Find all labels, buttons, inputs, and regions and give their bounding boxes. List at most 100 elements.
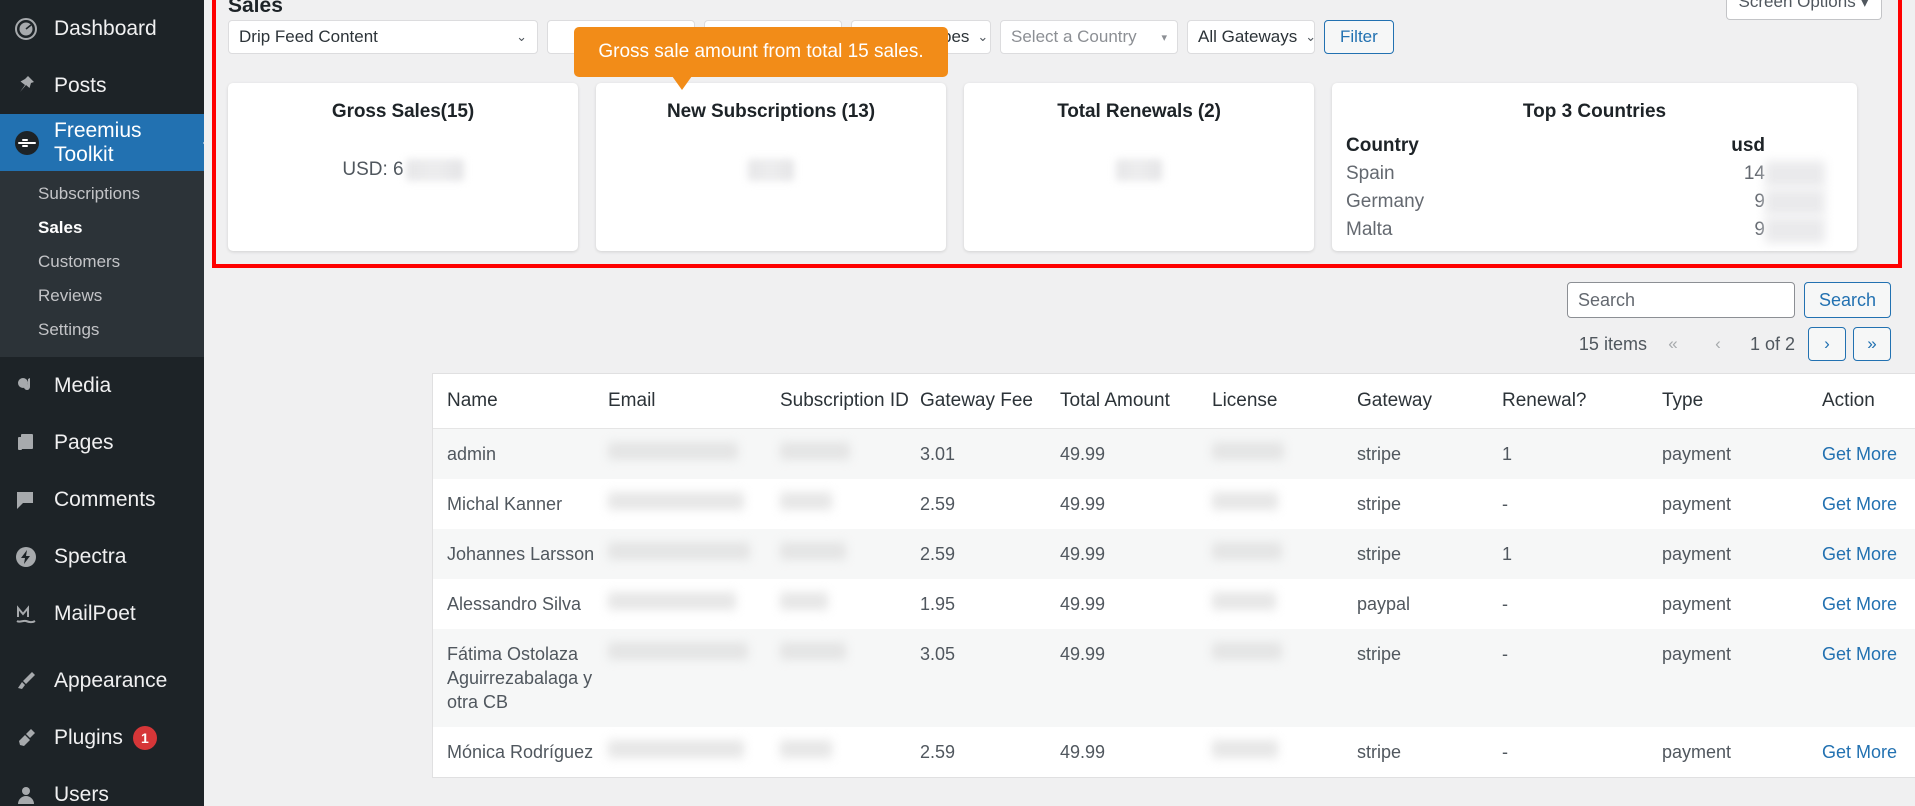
get-more-link[interactable]: Get More xyxy=(1822,494,1897,514)
page-title: Sales xyxy=(228,0,283,17)
cell-name: Mónica Rodríguez xyxy=(447,742,594,762)
cell-action: Get More xyxy=(1822,579,1915,629)
pagination: 15 items « ‹ 1 of 2 › » xyxy=(1579,327,1891,361)
column-header-subscription-id[interactable]: Subscription ID xyxy=(780,374,920,429)
column-header-type[interactable]: Type xyxy=(1662,374,1822,429)
sidebar-item-mailpoet[interactable]: MailPoet xyxy=(0,585,204,642)
sidebar-item-plugins[interactable]: Plugins 1 xyxy=(0,709,204,766)
sidebar-item-subscriptions[interactable]: Subscriptions xyxy=(0,177,204,211)
screen-options-toggle[interactable]: Screen Options ▾ xyxy=(1725,0,1882,20)
country-select[interactable]: Select a Country ▾ xyxy=(1000,20,1178,54)
tooltip-text: Gross sale amount from total 15 sales. xyxy=(598,41,924,62)
get-more-link[interactable]: Get More xyxy=(1822,644,1897,664)
table-row: Spain 14 xyxy=(1346,160,1843,188)
cell-type: payment xyxy=(1662,428,1822,479)
sidebar-item-appearance[interactable]: Appearance xyxy=(0,652,204,709)
cell-gateway: stripe xyxy=(1357,494,1402,514)
sidebar-item-spectra[interactable]: Spectra xyxy=(0,528,204,585)
cell-renewal: - xyxy=(1502,594,1508,614)
sidebar-label: Appearance xyxy=(54,668,168,692)
filter-button[interactable]: Filter xyxy=(1324,20,1394,54)
column-header-email[interactable]: Email xyxy=(608,374,780,429)
redacted-value xyxy=(1116,159,1162,181)
cell-renewal: - xyxy=(1502,742,1508,762)
sidebar-item-settings[interactable]: Settings xyxy=(0,313,204,347)
first-page-button[interactable]: « xyxy=(1653,327,1692,361)
cell-total-amount: 49.99 xyxy=(1060,494,1106,514)
gateway-select[interactable]: All Gateways ⌄ xyxy=(1187,20,1316,54)
users-icon xyxy=(14,783,50,806)
column-header-usd: usd xyxy=(1731,135,1765,156)
card-new-subscriptions: New Subscriptions (13) xyxy=(596,83,946,251)
search-input[interactable] xyxy=(1566,282,1795,318)
table-row[interactable]: Fátima Ostolaza Aguirrezabalaga y otra C… xyxy=(433,629,1915,727)
sidebar-item-customers[interactable]: Customers xyxy=(0,245,204,279)
redacted-value xyxy=(405,159,464,181)
card-value-prefix: USD: 6 xyxy=(342,159,404,180)
cell-email xyxy=(608,479,780,529)
card-gross-sales: Gross Sales(15) USD: 6 xyxy=(228,83,578,251)
items-count: 15 items xyxy=(1578,333,1647,354)
card-title: New Subscriptions (13) xyxy=(667,101,875,122)
sidebar-item-reviews[interactable]: Reviews xyxy=(0,279,204,313)
column-header-license[interactable]: License xyxy=(1212,374,1357,429)
cell-email xyxy=(608,428,780,479)
sidebar-item-users[interactable]: Users xyxy=(0,766,204,806)
table-row[interactable]: Mónica Rodríguez 2.59 49.99 stripe - pay… xyxy=(433,727,1915,777)
sidebar-label: Comments xyxy=(54,487,156,511)
freemius-submenu: Subscriptions Sales Customers Reviews Se… xyxy=(0,171,204,357)
cell-name: Michal Kanner xyxy=(447,494,563,514)
card-top-countries: Top 3 Countries Country usd Spain 14 Ger… xyxy=(1332,83,1857,251)
sidebar-item-sales[interactable]: Sales xyxy=(0,211,204,245)
freemius-icon xyxy=(14,130,50,156)
table-row[interactable]: Michal Kanner 2.59 49.99 stripe - paymen… xyxy=(433,479,1915,529)
cell-total-amount: 49.99 xyxy=(1060,629,1212,727)
cell-gateway: stripe xyxy=(1357,629,1502,727)
sidebar-item-media[interactable]: Media xyxy=(0,357,204,414)
country-usd: 14 xyxy=(1550,160,1843,188)
cell-license xyxy=(1212,529,1357,579)
cell-action: Get More xyxy=(1822,479,1915,529)
redacted-value xyxy=(1765,161,1825,187)
get-more-link[interactable]: Get More xyxy=(1822,444,1897,464)
sidebar-item-pages[interactable]: Pages xyxy=(0,414,204,471)
chevron-down-icon: ▾ xyxy=(1161,31,1167,44)
column-header-gateway[interactable]: Gateway xyxy=(1357,374,1502,429)
sidebar-item-freemius-toolkit[interactable]: Freemius Toolkit xyxy=(0,114,212,171)
sidebar-item-posts[interactable]: Posts xyxy=(0,57,204,114)
cell-gateway-fee: 2.59 xyxy=(920,494,956,514)
pin-icon xyxy=(14,74,50,98)
sidebar-label: Freemius Toolkit xyxy=(54,118,142,166)
search-button[interactable]: Search xyxy=(1803,282,1891,318)
cell-gateway-fee: 2.59 xyxy=(920,742,956,762)
column-header-total-amount[interactable]: Total Amount xyxy=(1060,374,1212,429)
sidebar-label: Dashboard xyxy=(54,16,157,40)
table-row[interactable]: admin 3.01 49.99 stripe 1 payment Get Mo… xyxy=(433,428,1915,479)
next-page-button[interactable]: › xyxy=(1808,327,1846,361)
cell-action: Get More xyxy=(1822,428,1915,479)
column-header-gateway-fee[interactable]: Gateway Fee xyxy=(920,374,1060,429)
top-countries-table: Country usd Spain 14 Germany 9 Malta 9 xyxy=(1346,133,1843,244)
cell-license xyxy=(1212,428,1357,479)
table-row[interactable]: Alessandro Silva 1.95 49.99 paypal - pay… xyxy=(433,579,1915,629)
cell-subscription-id xyxy=(780,629,920,727)
search-row: Search xyxy=(1566,282,1891,318)
cell-renewal: 1 xyxy=(1502,428,1662,479)
get-more-link[interactable]: Get More xyxy=(1822,742,1897,762)
table-row[interactable]: Johannes Larsson 2.59 49.99 stripe 1 pay… xyxy=(433,529,1915,579)
column-header-action[interactable]: Action xyxy=(1822,374,1915,429)
sidebar-item-dashboard[interactable]: Dashboard xyxy=(0,0,204,57)
column-header-renewal[interactable]: Renewal? xyxy=(1502,374,1662,429)
get-more-link[interactable]: Get More xyxy=(1822,544,1897,564)
country-name: Germany xyxy=(1346,191,1425,212)
prev-page-button[interactable]: ‹ xyxy=(1698,327,1737,361)
admin-sidebar: Dashboard Posts Freemius Toolkit Subscri… xyxy=(0,0,212,806)
cell-type: payment xyxy=(1662,494,1732,514)
column-header-name[interactable]: Name xyxy=(433,374,608,429)
last-page-button[interactable]: » xyxy=(1853,327,1891,361)
get-more-link[interactable]: Get More xyxy=(1822,594,1897,614)
cell-renewal: - xyxy=(1502,494,1508,514)
product-select[interactable]: Drip Feed Content ⌄ xyxy=(228,20,538,54)
sidebar-item-comments[interactable]: Comments xyxy=(0,471,204,528)
media-icon xyxy=(14,374,50,398)
